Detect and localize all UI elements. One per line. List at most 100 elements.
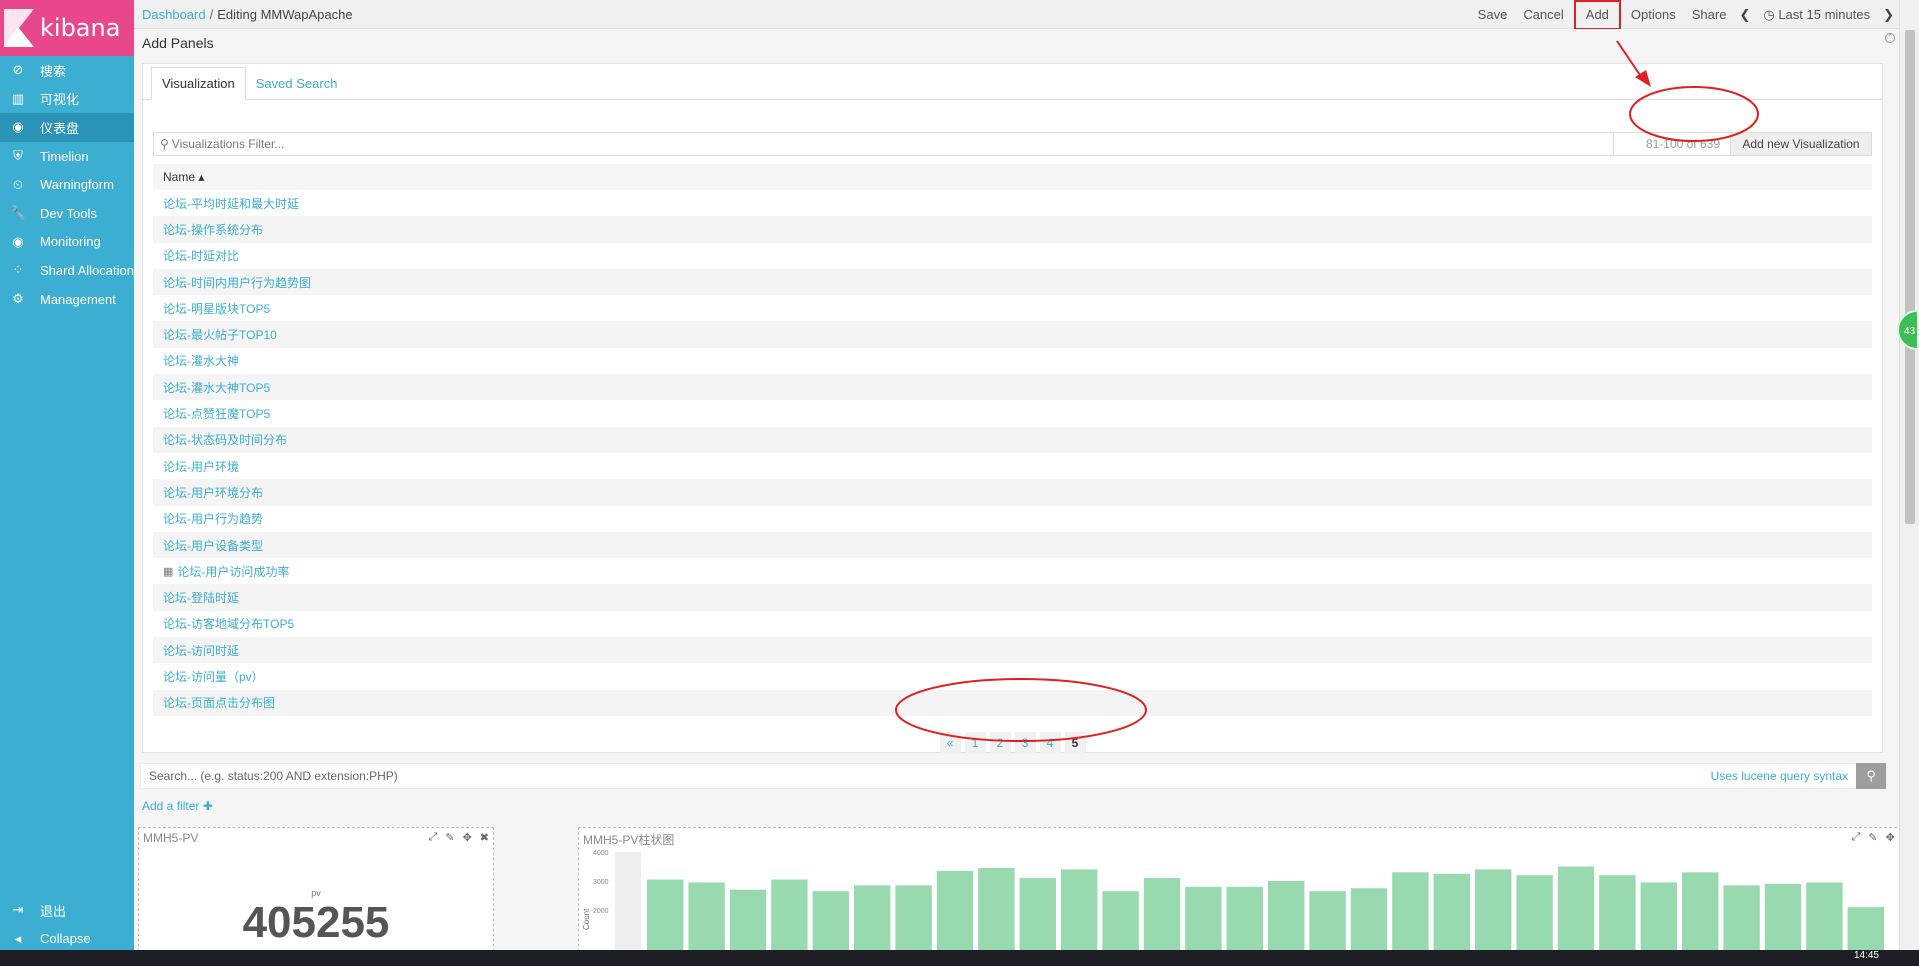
lucene-syntax-link[interactable]: Uses lucene query syntax	[1711, 769, 1856, 783]
sidebar-item-1[interactable]: ▥ 可视化	[0, 85, 134, 114]
table-row[interactable]: 论坛-操作系统分布	[153, 216, 1872, 243]
visualization-link[interactable]: 论坛-灌水大神	[163, 352, 239, 369]
table-row[interactable]: 论坛-用户行为趋势	[153, 506, 1872, 532]
visualization-link[interactable]: 论坛-用户行为趋势	[163, 510, 263, 527]
table-row[interactable]: 论坛-点赞狂魔TOP5	[153, 400, 1872, 426]
table-row[interactable]: 论坛-访客地域分布TOP5	[153, 611, 1872, 637]
expand-icon[interactable]: ⤢	[429, 831, 438, 844]
visualization-link[interactable]: 论坛-登陆时延	[163, 589, 239, 606]
table-row[interactable]: 论坛-页面点击分布图	[153, 689, 1872, 716]
brand-name: kibana	[40, 14, 121, 42]
visualization-link[interactable]: 论坛-状态码及时间分布	[163, 431, 287, 448]
visualization-link[interactable]: 论坛-操作系统分布	[163, 221, 263, 238]
sidebar: kibana ⊘ 搜索 ▥ 可视化 ◉ 仪表盘 ⛨ Timelion ⏲ Warningform 🔧…	[0, 0, 134, 950]
visualization-link[interactable]: 论坛-点赞狂魔TOP5	[163, 405, 270, 422]
visualization-link[interactable]: 论坛-访问量（pv）	[163, 668, 264, 685]
table-row[interactable]: 论坛-明星版块TOP5	[153, 295, 1872, 321]
visualization-link[interactable]: 论坛-时延对比	[163, 247, 239, 264]
cancel-button[interactable]: Cancel	[1515, 0, 1571, 29]
bar-chart-panel: MMH5-PV柱状图 ⤢✎✥✖ Count400030002000	[578, 827, 1917, 966]
visualization-link[interactable]: 论坛-访问时延	[163, 642, 239, 659]
sidebar-item-label: Management	[40, 291, 116, 307]
table-row[interactable]: 论坛-灌水大神TOP5	[153, 374, 1872, 401]
table-row[interactable]: 论坛-登陆时延	[153, 584, 1872, 611]
pager-page[interactable]: 5	[1064, 732, 1086, 754]
query-search-input[interactable]: Search... (e.g. status:200 AND extension…	[141, 769, 1711, 783]
expand-icon[interactable]: ⤢	[1852, 831, 1861, 844]
search-icon: ⚲	[1866, 768, 1876, 783]
chevron-left-icon[interactable]: ❮	[1734, 7, 1755, 23]
sidebar-item-8[interactable]: ⚙ Management	[0, 285, 134, 314]
visualization-link[interactable]: 论坛-灌水大神TOP5	[163, 379, 270, 396]
pager-page[interactable]: 2	[989, 732, 1011, 754]
sidebar-item-5[interactable]: 🔧 Dev Tools	[0, 199, 134, 228]
table-row[interactable]: 论坛-时延对比	[153, 243, 1872, 269]
table-row[interactable]: 论坛-最火帖子TOP10	[153, 321, 1872, 348]
pager-page[interactable]: 3	[1014, 732, 1036, 754]
sidebar-item-6[interactable]: ◉ Monitoring	[0, 228, 134, 257]
metric-label: pv	[311, 888, 321, 898]
add-new-visualization-button[interactable]: Add new Visualization	[1730, 132, 1872, 156]
breadcrumb-current: Editing MMWapApache	[217, 6, 353, 22]
table-row[interactable]: 论坛-状态码及时间分布	[153, 426, 1872, 453]
table-row[interactable]: 论坛-用户环境	[153, 453, 1872, 479]
visualization-link[interactable]: 论坛-用户访问成功率	[177, 563, 289, 580]
chevron-right-icon[interactable]: ❯	[1878, 7, 1899, 23]
table-row[interactable]: 论坛-灌水大神	[153, 348, 1872, 374]
search-button[interactable]: ⚲	[1856, 763, 1886, 789]
sidebar-item-label: 仪表盘	[40, 120, 80, 136]
pager-page[interactable]: 4	[1039, 732, 1061, 754]
sidebar-item-2[interactable]: ◉ 仪表盘	[0, 113, 134, 142]
page-scrollbar[interactable]	[1899, 0, 1919, 950]
add-button[interactable]: Add	[1573, 0, 1621, 30]
panel-tools: ⤢ ✎ ✥ ✖	[429, 831, 489, 844]
visualization-link[interactable]: 论坛-用户环境	[163, 458, 239, 475]
sidebar-item-0[interactable]: ⊘ 搜索	[0, 56, 134, 85]
time-picker[interactable]: ◷ Last 15 minutes	[1755, 0, 1878, 29]
name-column-header[interactable]: Name ▴	[153, 164, 1872, 190]
table-row[interactable]: 论坛-访问时延	[153, 637, 1872, 664]
table-row[interactable]: 论坛-用户设备类型	[153, 531, 1872, 559]
sidebar-item-7[interactable]: ⁘ Shard Allocation	[0, 256, 134, 285]
visualizations-filter-input[interactable]: ⚲ Visualizations Filter...	[153, 132, 1614, 156]
tab-visualization[interactable]: Visualization	[151, 67, 246, 100]
edit-icon[interactable]: ✎	[445, 831, 454, 844]
options-button[interactable]: Options	[1623, 0, 1684, 29]
move-icon[interactable]: ✥	[1886, 831, 1895, 844]
move-icon[interactable]: ✥	[463, 831, 472, 844]
table-row[interactable]: 论坛-时间内用户行为趋势图	[153, 268, 1872, 296]
close-icon[interactable]: ✖	[480, 831, 489, 844]
visualization-link[interactable]: 论坛-时间内用户行为趋势图	[163, 274, 311, 291]
collapse-up-icon[interactable]: ⌃	[1885, 33, 1895, 43]
visualization-link[interactable]: 论坛-用户设备类型	[163, 537, 263, 554]
y-axis-label: Count	[582, 908, 591, 930]
bar-chart: Count 4000 3000 2000	[582, 850, 1884, 966]
edit-icon[interactable]: ✎	[1868, 831, 1877, 844]
table-row[interactable]: 论坛-平均时延和最大时延	[153, 190, 1872, 216]
y-tick-label: 3000	[593, 879, 609, 886]
pager-page[interactable]: 1	[964, 732, 986, 754]
compass-icon: ⊘	[12, 62, 24, 78]
sidebar-item-label: Collapse	[40, 931, 91, 947]
visualization-link[interactable]: 论坛-访客地域分布TOP5	[163, 615, 294, 632]
visualization-link[interactable]: 论坛-用户环境分布	[163, 484, 263, 501]
table-row[interactable]: 论坛-访问量（pv）	[153, 663, 1872, 689]
sidebar-item-3[interactable]: ⛨ Timelion	[0, 142, 134, 171]
share-button[interactable]: Share	[1684, 0, 1735, 29]
sidebar-bottom-item-1[interactable]: ◂ Collapse	[0, 925, 134, 954]
pager-first[interactable]: «	[939, 732, 961, 754]
table-row[interactable]: ▦ 论坛-用户访问成功率	[153, 558, 1872, 584]
save-button[interactable]: Save	[1470, 0, 1516, 29]
visualization-link[interactable]: 论坛-页面点击分布图	[163, 694, 275, 711]
table-row[interactable]: 论坛-用户环境分布	[153, 479, 1872, 506]
sidebar-bottom-item-0[interactable]: ⇥ 退出	[0, 896, 134, 925]
add-filter-link[interactable]: Add a filter ✚	[142, 799, 213, 813]
breadcrumb-dashboard-link[interactable]: Dashboard	[142, 7, 206, 22]
visualization-link[interactable]: 论坛-最火帖子TOP10	[163, 326, 277, 343]
sidebar-item-4[interactable]: ⏲ Warningform	[0, 170, 134, 199]
tab-saved-search[interactable]: Saved Search	[246, 68, 348, 99]
kibana-logo[interactable]: kibana	[0, 0, 134, 56]
visualization-link[interactable]: 论坛-明星版块TOP5	[163, 300, 270, 317]
visualization-link[interactable]: 论坛-平均时延和最大时延	[163, 195, 299, 212]
scrollbar-thumb[interactable]	[1905, 30, 1915, 524]
